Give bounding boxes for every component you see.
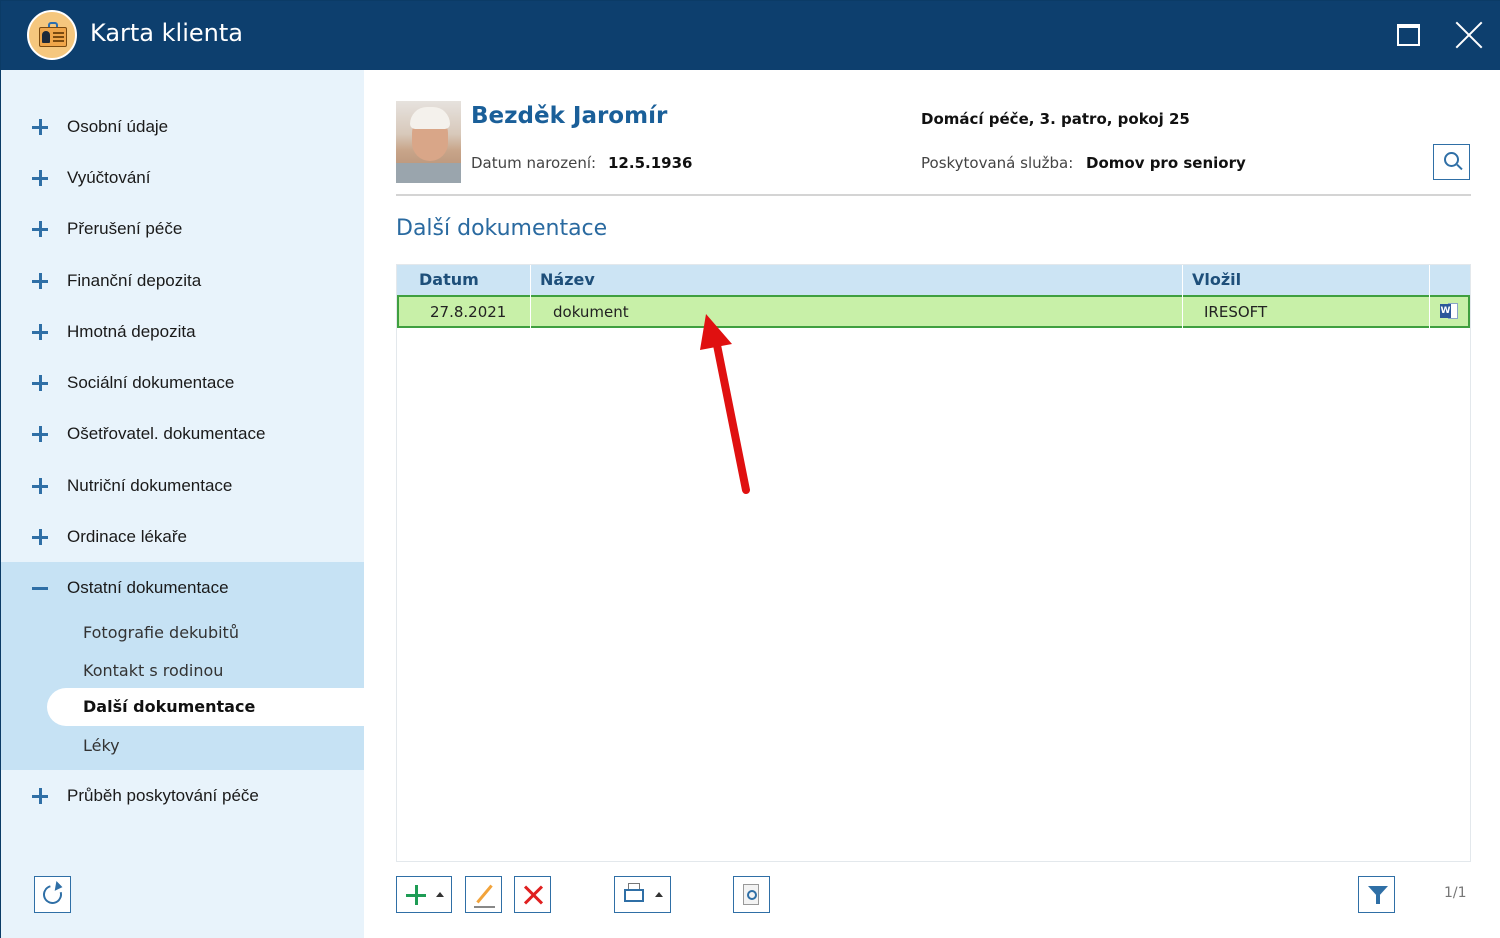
client-name: Bezděk Jaromír (471, 103, 668, 129)
expand-plus-icon (32, 478, 48, 494)
sidebar-item-vyuctovani[interactable]: Vyúčtování (1, 158, 364, 198)
expand-plus-icon (32, 529, 48, 545)
sidebar-item-financni-depozita[interactable]: Finanční depozita (1, 261, 364, 301)
sidebar-item-label: Přerušení péče (67, 219, 183, 238)
preview-button[interactable] (733, 876, 770, 913)
page-indicator: 1/1 (1444, 885, 1467, 901)
column-header-vlozil[interactable]: Vložil (1192, 270, 1241, 289)
service-value: Domov pro seniory (1086, 154, 1246, 172)
sidebar-item-label: Vyúčtování (67, 168, 151, 187)
client-photo (396, 101, 461, 183)
window-title: Karta klienta (90, 19, 243, 47)
title-bar: Karta klienta (1, 1, 1500, 70)
sidebar-item-label: Nutriční dokumentace (67, 476, 233, 495)
table-row[interactable]: 27.8.2021 dokument IRESOFT W (397, 295, 1470, 328)
sidebar-item-osetrovatel-dokumentace[interactable]: Ošetřovatel. dokumentace (1, 414, 364, 454)
pencil-icon (476, 884, 493, 904)
documents-table: Datum Název Vložil 27.8.2021 dokument IR… (396, 264, 1471, 862)
maximize-button[interactable] (1397, 24, 1420, 46)
sidebar-item-label: Ošetřovatel. dokumentace (67, 424, 266, 443)
expand-plus-icon (32, 375, 48, 391)
sidebar-item-label: Sociální dokumentace (67, 373, 235, 392)
main-panel: Bezděk Jaromír Datum narození: 12.5.1936… (364, 70, 1500, 938)
caret-up-icon (655, 892, 663, 897)
expand-plus-icon (32, 221, 48, 237)
column-separator (530, 265, 531, 329)
sidebar-subitem-leky[interactable]: Léky (83, 736, 120, 755)
sidebar-item-prubeh-poskytovani-pece[interactable]: Průběh poskytování péče (1, 776, 364, 816)
sidebar-item-hmotna-depozita[interactable]: Hmotná depozita (1, 312, 364, 352)
column-separator (1182, 265, 1183, 329)
sidebar-item-osobni-udaje[interactable]: Osobní údaje (1, 107, 364, 147)
sidebar-item-preruseni-pece[interactable]: Přerušení péče (1, 209, 364, 249)
filter-button[interactable] (1358, 876, 1395, 913)
sidebar: Osobní údaje Vyúčtování Přerušení péče F… (1, 70, 364, 938)
dob-label: Datum narození: (471, 154, 597, 172)
refresh-button[interactable] (34, 876, 71, 913)
cell-nazev: dokument (553, 303, 629, 321)
cell-vlozil: IRESOFT (1204, 303, 1268, 321)
word-document-icon[interactable]: W (1440, 303, 1458, 319)
sidebar-item-ostatni-dokumentace[interactable]: Ostatní dokumentace (1, 568, 364, 608)
close-button[interactable] (1453, 19, 1485, 51)
expand-plus-icon (32, 324, 48, 340)
sidebar-subitem-label: Další dokumentace (83, 697, 256, 716)
sidebar-subitem-kontakt-s-rodinou[interactable]: Kontakt s rodinou (83, 661, 223, 680)
sidebar-item-nutricni-dokumentace[interactable]: Nutriční dokumentace (1, 466, 364, 506)
sidebar-item-label: Průběh poskytování péče (67, 786, 259, 805)
add-button[interactable] (396, 876, 452, 913)
printer-icon (624, 889, 644, 902)
expand-plus-icon (32, 788, 48, 804)
section-title: Další dokumentace (396, 216, 608, 241)
sidebar-subitem-fotografie-dekubitu[interactable]: Fotografie dekubitů (83, 623, 239, 642)
cell-datum: 27.8.2021 (430, 303, 507, 321)
expand-plus-icon (32, 273, 48, 289)
dob-value: 12.5.1936 (608, 154, 693, 172)
client-card-window: Karta klienta Osobní údaje Vyúčtování Př… (0, 0, 1500, 938)
edit-button[interactable] (465, 876, 502, 913)
client-card-icon (27, 10, 77, 60)
sidebar-item-label: Ordinace lékaře (67, 527, 188, 546)
sidebar-item-label: Hmotná depozita (67, 322, 196, 341)
collapse-minus-icon (32, 580, 48, 596)
sidebar-item-label: Ostatní dokumentace (67, 578, 229, 597)
sidebar-item-label: Finanční depozita (67, 271, 202, 290)
sidebar-item-ordinace-lekare[interactable]: Ordinace lékaře (1, 517, 364, 557)
expand-plus-icon (32, 170, 48, 186)
client-search-button[interactable] (1433, 144, 1470, 180)
annotation-arrow (700, 314, 750, 494)
table-header: Datum Název Vložil (397, 265, 1470, 295)
column-header-datum[interactable]: Datum (419, 270, 479, 289)
caret-up-icon (436, 892, 444, 897)
print-button[interactable] (614, 876, 671, 913)
service-label: Poskytovaná služba: (921, 154, 1074, 172)
delete-button[interactable] (514, 876, 551, 913)
column-separator (1429, 265, 1430, 329)
column-header-nazev[interactable]: Název (540, 270, 595, 289)
sidebar-item-label: Osobní údaje (67, 117, 169, 136)
add-icon (406, 885, 426, 905)
expand-plus-icon (32, 119, 48, 135)
sidebar-subitem-dalsi-dokumentace[interactable]: Další dokumentace (47, 688, 364, 726)
sidebar-item-socialni-dokumentace[interactable]: Sociální dokumentace (1, 363, 364, 403)
header-divider (396, 194, 1471, 196)
expand-plus-icon (32, 426, 48, 442)
client-location: Domácí péče, 3. patro, pokoj 25 (921, 110, 1190, 128)
